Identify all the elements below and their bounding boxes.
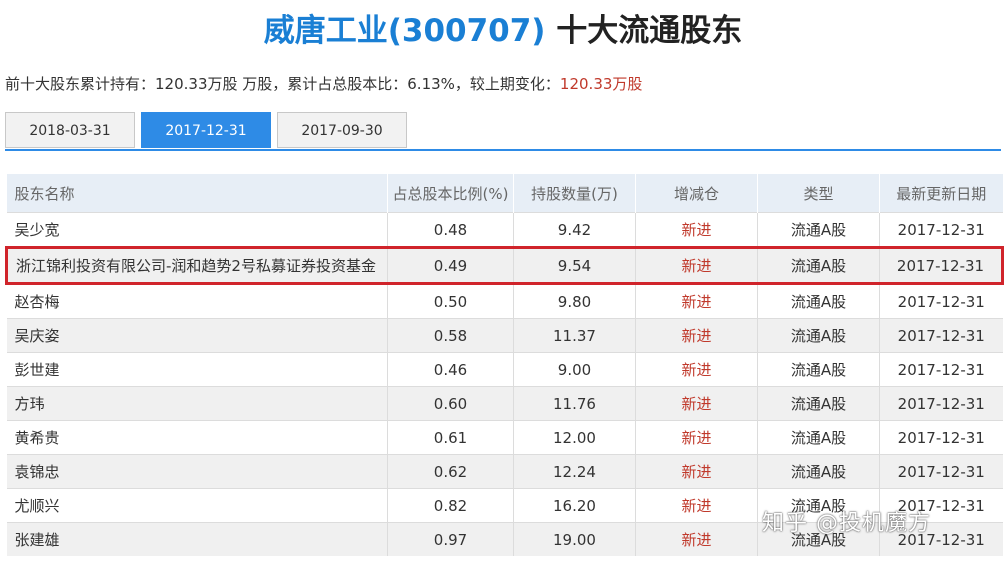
table-row[interactable]: 彭世建 0.46 9.00 新进 流通A股 2017-12-31	[6, 352, 1003, 387]
ratio-cell: 0.58	[387, 318, 514, 353]
title-suffix: 十大流通股东	[545, 13, 743, 49]
date-cell: 2017-12-31	[879, 318, 1003, 353]
summary-change: 120.33万股	[559, 75, 643, 93]
header-shares: 持股数量(万)	[513, 174, 636, 213]
tab-2018-03-31[interactable]: 2018-03-31	[5, 112, 135, 148]
shares-cell: 16.20	[513, 488, 636, 523]
change-cell: 新进	[635, 283, 758, 319]
change-cell: 新进	[635, 318, 758, 353]
date-cell: 2017-12-31	[879, 352, 1003, 387]
header-ratio: 占总股本比例(%)	[387, 174, 514, 213]
tab-2017-12-31[interactable]: 2017-12-31	[141, 112, 271, 148]
change-cell: 新进	[635, 454, 758, 489]
ratio-cell: 0.62	[387, 454, 514, 489]
holdings-summary: 前十大股东累计持有：120.33万股 万股，累计占总股本比：6.13%，较上期变…	[5, 74, 642, 94]
change-cell: 新进	[635, 420, 758, 455]
summary-text: 前十大股东累计持有：120.33万股 万股，累计占总股本比：6.13%，较上期变…	[5, 75, 560, 93]
tab-2017-09-30[interactable]: 2017-09-30	[277, 112, 407, 148]
shareholder-name: 浙江锦利投资有限公司-润和趋势2号私募证券投资基金	[5, 246, 388, 285]
ratio-cell: 0.49	[387, 246, 514, 285]
shareholders-table: 股东名称 占总股本比例(%) 持股数量(万) 增减仓 类型 最新更新日期 吴少宽…	[5, 174, 1004, 556]
shareholder-name: 吴庆姿	[6, 318, 388, 353]
table-row[interactable]: 吴庆姿 0.58 11.37 新进 流通A股 2017-12-31	[6, 318, 1003, 353]
date-cell: 2017-12-31	[879, 246, 1004, 285]
type-cell: 流通A股	[757, 420, 880, 455]
shareholder-name: 彭世建	[6, 352, 388, 387]
shares-cell: 9.80	[513, 283, 636, 319]
ratio-cell: 0.60	[387, 386, 514, 421]
table-row[interactable]: 袁锦忠 0.62 12.24 新进 流通A股 2017-12-31	[6, 454, 1003, 489]
ratio-cell: 0.46	[387, 352, 514, 387]
shares-cell: 9.54	[513, 246, 636, 285]
type-cell: 流通A股	[757, 386, 880, 421]
table-row-highlighted[interactable]: 浙江锦利投资有限公司-润和趋势2号私募证券投资基金 0.49 9.54 新进 流…	[5, 246, 1004, 285]
date-cell: 2017-12-31	[879, 283, 1003, 319]
table-row[interactable]: 赵杏梅 0.50 9.80 新进 流通A股 2017-12-31	[6, 283, 1003, 319]
change-cell: 新进	[635, 352, 758, 387]
change-cell: 新进	[635, 246, 758, 285]
ratio-cell: 0.82	[387, 488, 514, 523]
tab-underline	[5, 149, 1001, 151]
shares-cell: 11.37	[513, 318, 636, 353]
type-cell: 流通A股	[757, 212, 880, 248]
table-row[interactable]: 方玮 0.60 11.76 新进 流通A股 2017-12-31	[6, 386, 1003, 421]
shareholder-name: 吴少宽	[6, 212, 388, 248]
type-cell: 流通A股	[757, 246, 880, 285]
change-cell: 新进	[635, 212, 758, 248]
ratio-cell: 0.97	[387, 522, 514, 556]
shareholder-name: 方玮	[6, 386, 388, 421]
type-cell: 流通A股	[757, 352, 880, 387]
change-cell: 新进	[635, 522, 758, 556]
shares-cell: 11.76	[513, 386, 636, 421]
change-cell: 新进	[635, 488, 758, 523]
date-cell: 2017-12-31	[879, 420, 1003, 455]
company-title: 威唐工业(300707)	[263, 13, 546, 49]
table-header-row: 股东名称 占总股本比例(%) 持股数量(万) 增减仓 类型 最新更新日期	[6, 174, 1003, 213]
ratio-cell: 0.50	[387, 283, 514, 319]
type-cell: 流通A股	[757, 283, 880, 319]
type-cell: 流通A股	[757, 454, 880, 489]
change-cell: 新进	[635, 386, 758, 421]
shares-cell: 12.00	[513, 420, 636, 455]
shares-cell: 9.42	[513, 212, 636, 248]
shareholder-name: 赵杏梅	[6, 283, 388, 319]
date-cell: 2017-12-31	[879, 454, 1003, 489]
header-date: 最新更新日期	[879, 174, 1003, 213]
header-name: 股东名称	[6, 174, 388, 213]
table-row[interactable]: 吴少宽 0.48 9.42 新进 流通A股 2017-12-31	[6, 212, 1003, 248]
ratio-cell: 0.61	[387, 420, 514, 455]
page-title: 威唐工业(300707) 十大流通股东	[0, 10, 1006, 52]
shareholder-name: 袁锦忠	[6, 454, 388, 489]
header-change: 增减仓	[635, 174, 758, 213]
table-row[interactable]: 黄希贵 0.61 12.00 新进 流通A股 2017-12-31	[6, 420, 1003, 455]
shares-cell: 12.24	[513, 454, 636, 489]
shareholder-name: 尤顺兴	[6, 488, 388, 523]
date-cell: 2017-12-31	[879, 386, 1003, 421]
header-type: 类型	[757, 174, 880, 213]
type-cell: 流通A股	[757, 318, 880, 353]
date-cell: 2017-12-31	[879, 212, 1003, 248]
shareholder-name: 张建雄	[6, 522, 388, 556]
shareholder-name: 黄希贵	[6, 420, 388, 455]
shares-cell: 19.00	[513, 522, 636, 556]
zhihu-watermark: 知乎 @投机魔方	[762, 511, 931, 536]
ratio-cell: 0.48	[387, 212, 514, 248]
shares-cell: 9.00	[513, 352, 636, 387]
